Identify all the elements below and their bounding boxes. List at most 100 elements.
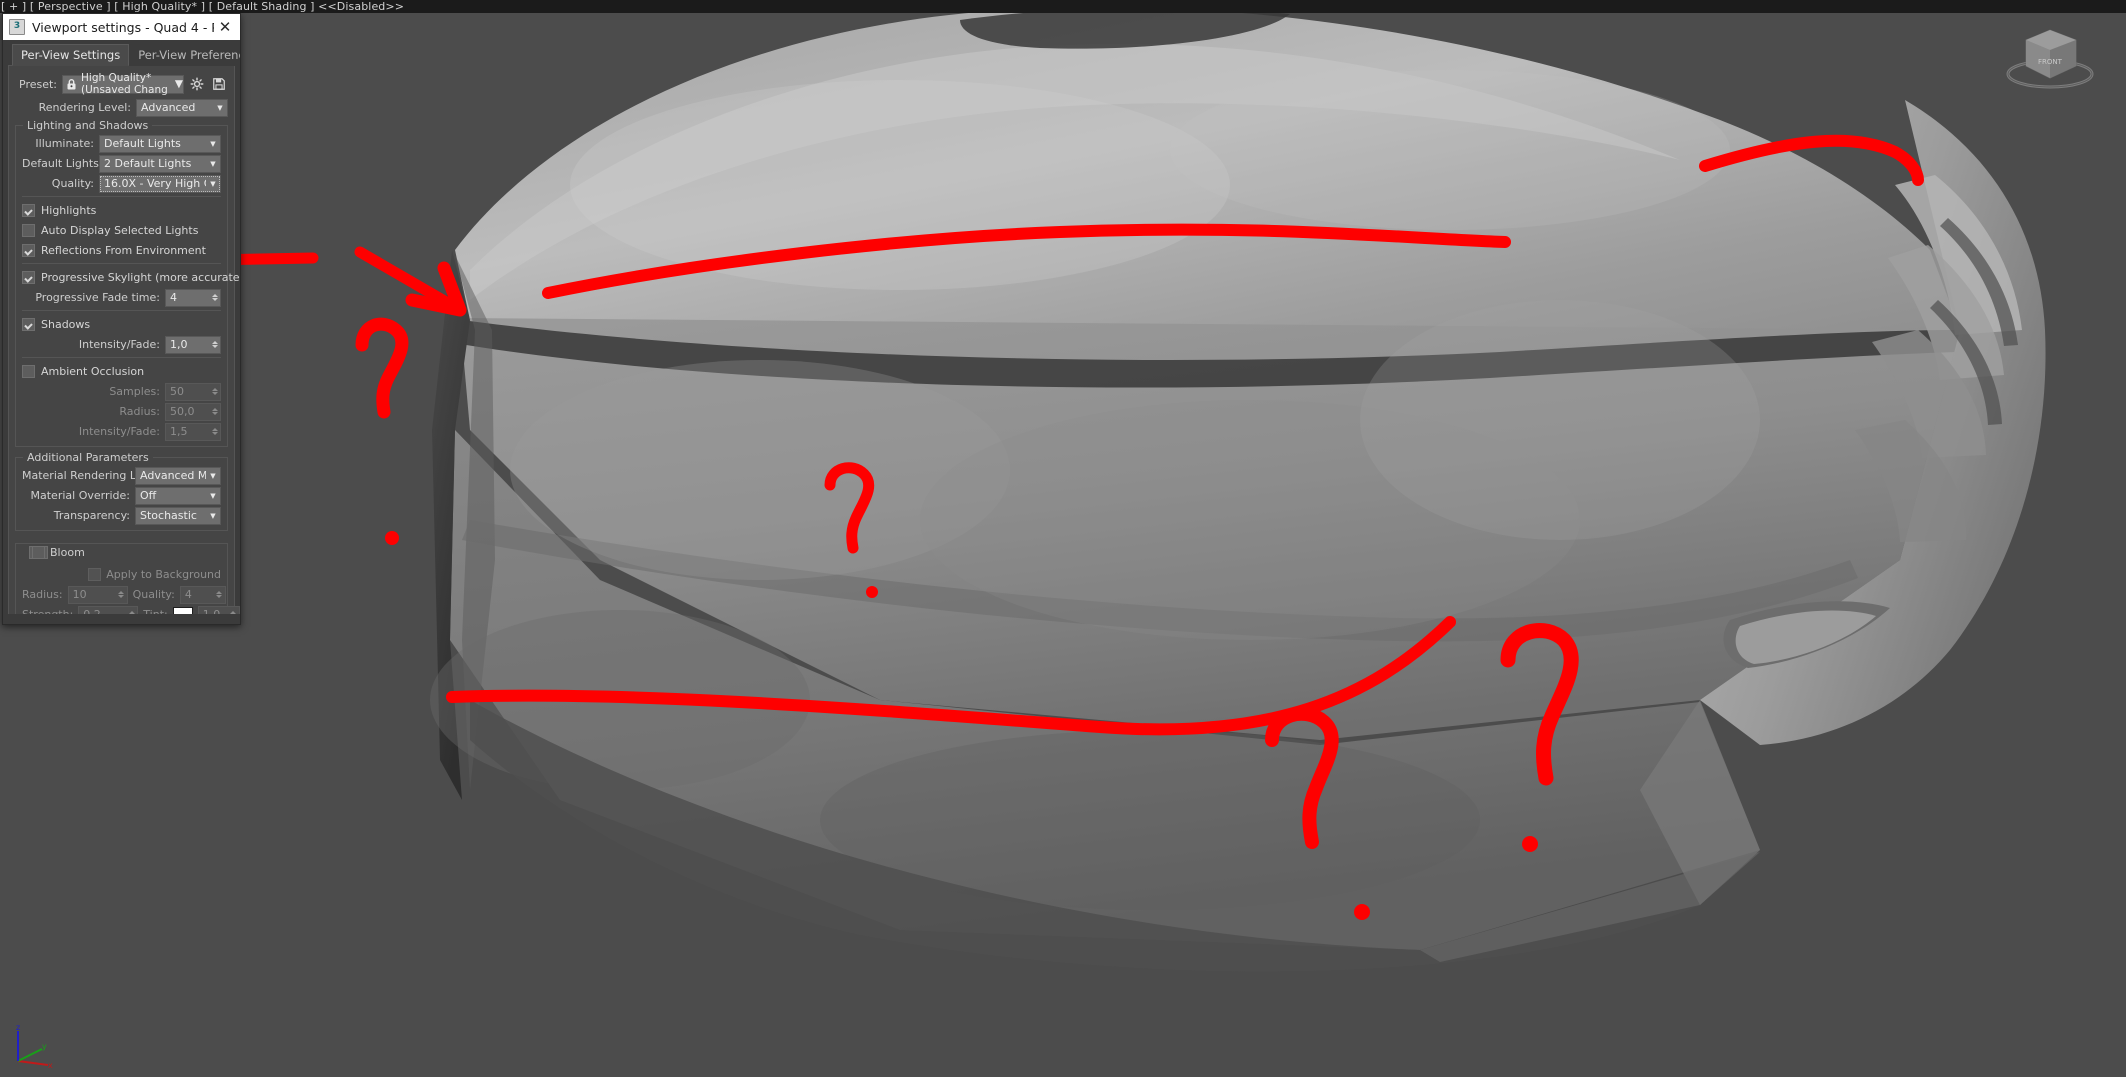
- dialog-titlebar[interactable]: 3 Viewport settings - Quad 4 - Perspecti…: [3, 14, 240, 40]
- viewport[interactable]: [ + ] [ Perspective ] [ High Quality* ] …: [0, 0, 2126, 1077]
- apply-to-background-checkbox: [88, 568, 102, 581]
- divider: [22, 357, 221, 358]
- material-rendering-level-value: Advanced Material: [140, 469, 206, 482]
- chevron-down-icon[interactable]: ▼: [175, 78, 183, 90]
- chevron-down-icon[interactable]: ▼: [206, 469, 220, 483]
- view-cube[interactable]: FRONT: [1982, 14, 2118, 98]
- bloom-tint-label: Tint:: [143, 608, 167, 614]
- shadow-intensity-fade-row: Intensity/Fade: 1,0: [22, 335, 221, 354]
- tab-page-per-view-settings: Preset: High Quality* (Unsaved Chang ▼ R…: [8, 65, 240, 614]
- default-lights-value: 2 Default Lights: [104, 157, 192, 170]
- shadows-label: Shadows: [41, 318, 91, 331]
- spinner-arrows[interactable]: [209, 290, 220, 306]
- tab-per-view-preferences[interactable]: Per-View Preferences: [129, 44, 240, 66]
- bloom-radius-label: Radius:: [22, 588, 63, 601]
- chevron-down-icon[interactable]: ▼: [206, 157, 220, 171]
- checkbox-box[interactable]: [22, 271, 35, 284]
- bloom-radius-field: 10: [67, 585, 128, 604]
- apply-to-background-row: Apply to Background: [22, 566, 221, 583]
- default-lights-label: Default Lights:: [22, 157, 103, 170]
- chevron-down-icon[interactable]: ▼: [213, 101, 227, 115]
- progressive-skylight-label: Progressive Skylight (more accurate but …: [41, 271, 240, 284]
- divider: [22, 263, 221, 264]
- material-override-value: Off: [140, 489, 157, 502]
- bloom-strength-field: 0,2: [78, 605, 139, 614]
- ao-samples-row: Samples: 50: [22, 382, 221, 401]
- progressive-fade-time-value: 4: [170, 291, 177, 304]
- bloom-group: Bloom Apply to Background Radius: 10 Qua…: [15, 543, 240, 614]
- preset-dropdown[interactable]: High Quality* (Unsaved Chang ▼: [62, 72, 184, 96]
- shadow-intensity-fade-field[interactable]: 1,0: [165, 335, 221, 354]
- ao-samples-label: Samples:: [109, 385, 160, 398]
- default-lights-dropdown[interactable]: 2 Default Lights ▼: [99, 154, 221, 173]
- illuminate-label: Illuminate:: [35, 137, 94, 150]
- checkbox-box[interactable]: [22, 365, 35, 378]
- bloom-quality-field: 4: [179, 585, 226, 604]
- checkbox-box[interactable]: [22, 204, 35, 217]
- quality-dropdown[interactable]: 16.0X - Very High Quality ▼: [99, 174, 221, 193]
- lighting-and-shadows-group: Lighting and Shadows Illuminate: Default…: [15, 119, 240, 447]
- additional-parameters-title: Additional Parameters: [23, 451, 153, 464]
- view-cube-label: FRONT: [2038, 58, 2063, 66]
- chevron-down-icon[interactable]: ▼: [206, 489, 220, 503]
- transparency-dropdown[interactable]: Stochastic ▼: [135, 506, 221, 525]
- bloom-title: Bloom: [50, 546, 85, 559]
- axis-label-x: x: [48, 1061, 53, 1070]
- bloom-strength-value: 0,2: [83, 608, 126, 614]
- spinner-arrows: [126, 607, 137, 614]
- checkbox-box[interactable]: [22, 244, 35, 257]
- ao-intensity-fade-row: Intensity/Fade: 1,5: [22, 422, 221, 441]
- bloom-quality-label: Quality:: [132, 588, 175, 601]
- spinner-arrows[interactable]: [209, 337, 220, 353]
- preset-row: Preset: High Quality* (Unsaved Chang ▼: [19, 72, 228, 96]
- bloom-title-checkbox[interactable]: Bloom: [29, 546, 85, 559]
- ao-radius-field: 50,0: [165, 402, 221, 421]
- bloom-tint-swatch[interactable]: [172, 606, 193, 614]
- axis-label-z: z: [16, 1023, 20, 1032]
- spinner-arrows: [228, 607, 239, 614]
- close-icon[interactable]: ✕: [214, 17, 236, 37]
- bloom-radius-value: 10: [72, 588, 87, 601]
- progressive-fade-time-row: Progressive Fade time: 4: [22, 288, 221, 307]
- spinner-arrows: [209, 404, 220, 420]
- auto-display-selected-lights-checkbox[interactable]: Auto Display Selected Lights: [22, 222, 221, 239]
- apply-to-background-label: Apply to Background: [106, 568, 221, 581]
- illuminate-dropdown[interactable]: Default Lights ▼: [99, 134, 221, 153]
- save-icon[interactable]: [210, 75, 228, 93]
- chevron-down-icon[interactable]: ▼: [206, 509, 220, 523]
- ambient-occlusion-label: Ambient Occlusion: [41, 365, 145, 378]
- preset-value: High Quality* (Unsaved Chang: [81, 72, 168, 96]
- quality-value: 16.0X - Very High Quality: [104, 177, 206, 190]
- bloom-tint-field: 1,0: [197, 605, 240, 614]
- dialog-title: Viewport settings - Quad 4 - Perspective: [32, 19, 214, 35]
- bloom-strength-tint-row: Strength: 0,2 Tint: 1,0: [22, 605, 240, 614]
- ambient-occlusion-checkbox[interactable]: Ambient Occlusion: [22, 363, 221, 380]
- checkbox-box[interactable]: [22, 318, 35, 331]
- viewport-label-bar: [ + ] [ Perspective ] [ High Quality* ] …: [0, 0, 2126, 13]
- checkbox-box[interactable]: [32, 546, 45, 559]
- chevron-down-icon[interactable]: ▼: [206, 137, 220, 151]
- ao-intensity-fade-label: Intensity/Fade:: [78, 425, 160, 438]
- transparency-value: Stochastic: [140, 509, 197, 522]
- viewport-settings-dialog[interactable]: 3 Viewport settings - Quad 4 - Perspecti…: [2, 13, 241, 625]
- ao-radius-value: 50,0: [170, 405, 195, 418]
- checkbox-box[interactable]: [22, 224, 35, 237]
- viewport-label-text: [ + ] [ Perspective ] [ High Quality* ] …: [1, 0, 405, 13]
- chevron-down-icon[interactable]: ▼: [206, 177, 220, 191]
- shadow-intensity-fade-label: Intensity/Fade:: [78, 338, 160, 351]
- material-override-dropdown[interactable]: Off ▼: [135, 486, 221, 505]
- progressive-fade-time-field[interactable]: 4: [165, 288, 221, 307]
- tab-per-view-settings[interactable]: Per-View Settings: [12, 44, 130, 66]
- gear-icon[interactable]: [188, 75, 206, 93]
- reflections-from-environment-checkbox[interactable]: Reflections From Environment: [22, 242, 221, 259]
- viewport-settings-icon: 3: [9, 19, 25, 35]
- shadows-checkbox[interactable]: Shadows: [22, 316, 221, 333]
- rendering-level-dropdown[interactable]: Advanced ▼: [136, 98, 228, 117]
- material-rendering-level-row: Material Rendering Level: Advanced Mater…: [22, 466, 221, 485]
- material-rendering-level-dropdown[interactable]: Advanced Material ▼: [135, 466, 221, 485]
- divider: [22, 196, 221, 197]
- progressive-skylight-checkbox[interactable]: Progressive Skylight (more accurate but …: [22, 269, 240, 286]
- material-override-label: Material Override:: [30, 489, 130, 502]
- highlights-checkbox[interactable]: Highlights: [22, 202, 221, 219]
- default-lights-row: Default Lights: 2 Default Lights ▼: [22, 154, 221, 173]
